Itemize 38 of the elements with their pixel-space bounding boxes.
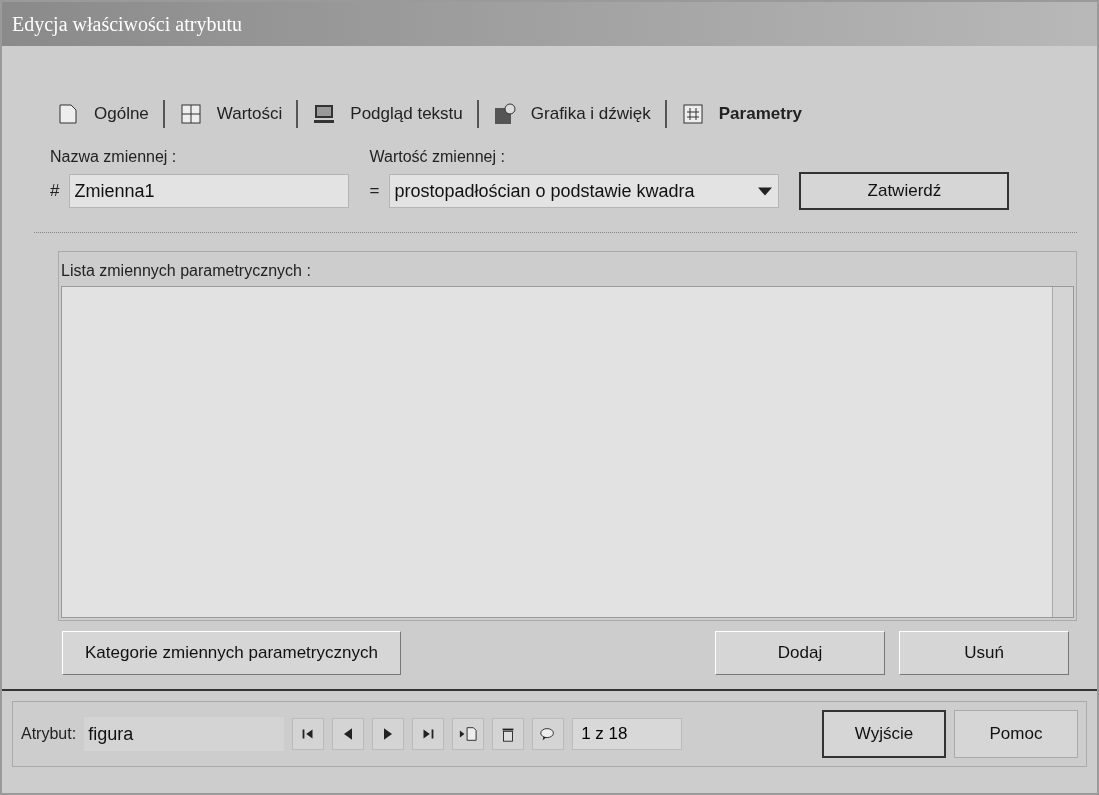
list-label: Lista zmiennych parametrycznych : <box>61 262 312 280</box>
monitor-icon <box>312 102 337 126</box>
nav-button[interactable] <box>332 718 365 750</box>
hash-sign: # <box>50 181 60 201</box>
media-icon <box>492 102 517 126</box>
nav-button[interactable] <box>292 718 325 750</box>
value-dropdown[interactable]: prostopadłościan o podstawie kwadra <box>389 174 780 208</box>
nav-button[interactable] <box>452 718 485 750</box>
scrollbar[interactable] <box>1052 287 1073 617</box>
field-label: Wartość zmiennej : <box>369 148 506 166</box>
hash-icon <box>680 102 705 126</box>
attribute-field[interactable]: figura <box>84 717 285 751</box>
field-label: Nazwa zmiennej : <box>50 148 178 166</box>
tab[interactable]: Podgląd tekstu <box>298 100 479 128</box>
footer-button[interactable]: Pomoc <box>954 710 1078 758</box>
nav-button[interactable] <box>412 718 445 750</box>
nav-button[interactable] <box>492 718 525 750</box>
action-button[interactable]: Usuń <box>899 631 1069 675</box>
tab[interactable]: Wartości <box>164 100 299 128</box>
window-title: Edycja właściwości atrybutu <box>2 2 1097 46</box>
attribute-label: Atrybut: <box>21 725 77 743</box>
page-icon <box>56 102 80 126</box>
nav-button[interactable] <box>372 718 405 750</box>
categories-button[interactable]: Kategorie zmiennych parametrycznych <box>62 631 401 675</box>
tab[interactable]: Grafika i dźwięk <box>478 100 667 128</box>
record-counter: 1 z 18 <box>572 718 683 750</box>
new-record-icon <box>459 725 478 743</box>
footer-button[interactable]: Wyjście <box>822 710 946 758</box>
grid-icon <box>178 102 203 126</box>
tab[interactable]: Parametry <box>666 100 816 128</box>
tab[interactable]: Ogólne <box>42 100 165 128</box>
dropdown-arrow-icon <box>758 186 773 196</box>
equals-sign: = <box>369 181 380 201</box>
previous-icon <box>344 728 353 740</box>
confirm-button[interactable]: Zatwierdź <box>799 172 1010 210</box>
name-field[interactable]: Zmienna1 <box>69 174 350 208</box>
next-icon <box>384 728 393 740</box>
action-button[interactable]: Dodaj <box>715 631 885 675</box>
